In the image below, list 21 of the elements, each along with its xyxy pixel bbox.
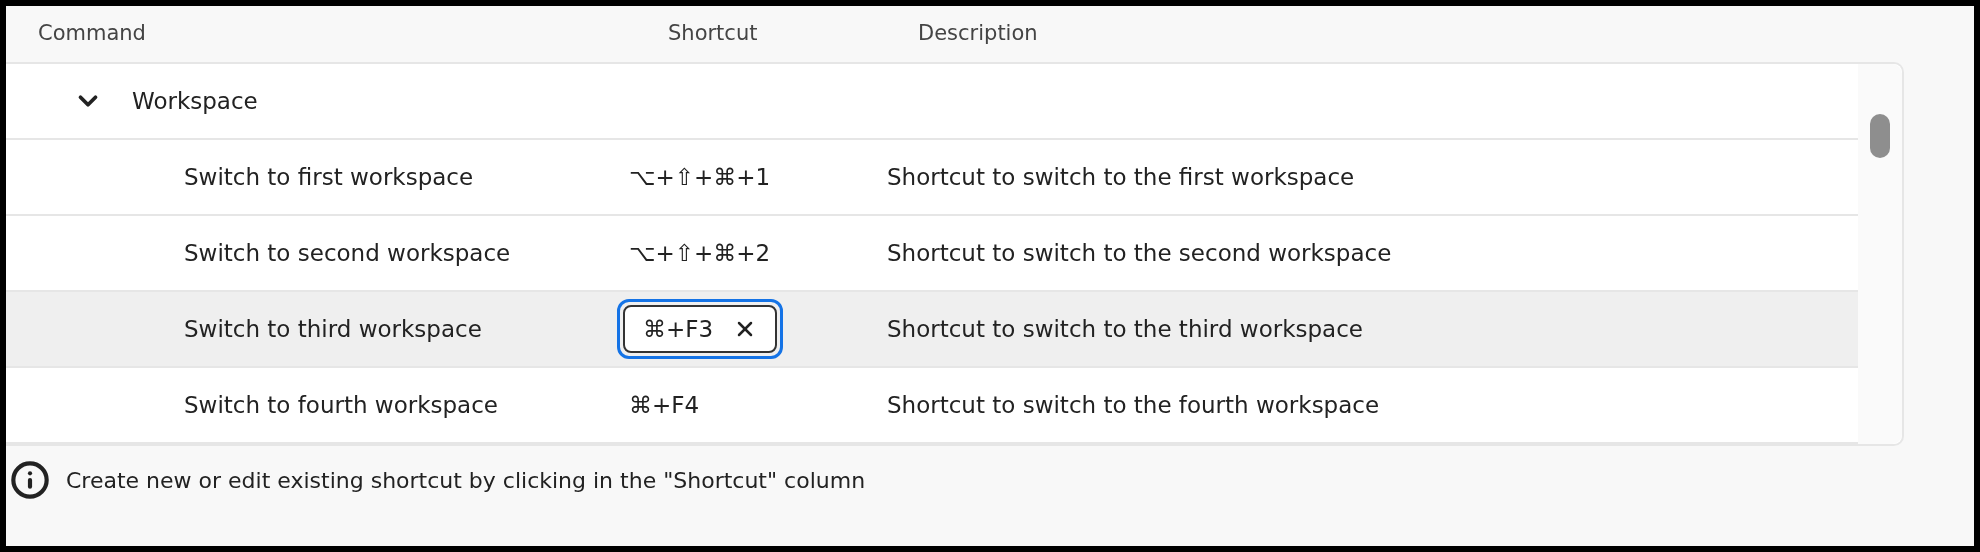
command-cell-text: Switch to third workspace — [184, 314, 483, 344]
command-cell-text: Switch to first workspace — [184, 162, 475, 192]
shortcut-value: ⌘+F3 — [643, 314, 714, 344]
column-header: Description — [918, 20, 1038, 48]
shortcut-cell-text: ⌥+⇧+⌘+2 — [629, 238, 771, 268]
info-icon — [10, 460, 50, 500]
column-header: Shortcut — [668, 20, 759, 48]
group-label: Workspace — [132, 86, 258, 116]
table-row[interactable]: Switch to third workspace ⌘+F3 Shortcut to switch to the third workspace — [6, 292, 1858, 368]
scrollbar-thumb[interactable] — [1870, 114, 1890, 158]
description-cell-text: Shortcut to switch to the fourth workspace — [887, 390, 1380, 420]
description-cell-text: Shortcut to switch to the first workspace — [887, 162, 1355, 192]
description-cell-text: Shortcut to switch to the third workspace — [887, 314, 1363, 344]
description-cell-text: Shortcut to switch to the second workspace — [887, 238, 1392, 268]
shortcut-cell-text: ⌘+F4 — [629, 390, 700, 420]
shortcut-field[interactable]: ⌘+F3 — [617, 298, 784, 360]
info-text: Create new or edit existing shortcut by clicking in the "Shortcut" column — [66, 466, 866, 495]
command-cell-text: Switch to second workspace — [184, 238, 512, 268]
column-header: Command — [38, 20, 147, 48]
shortcut-cell-text: ⌥+⇧+⌘+1 — [629, 162, 771, 192]
command-cell-text: Switch to fourth workspace — [184, 390, 499, 420]
